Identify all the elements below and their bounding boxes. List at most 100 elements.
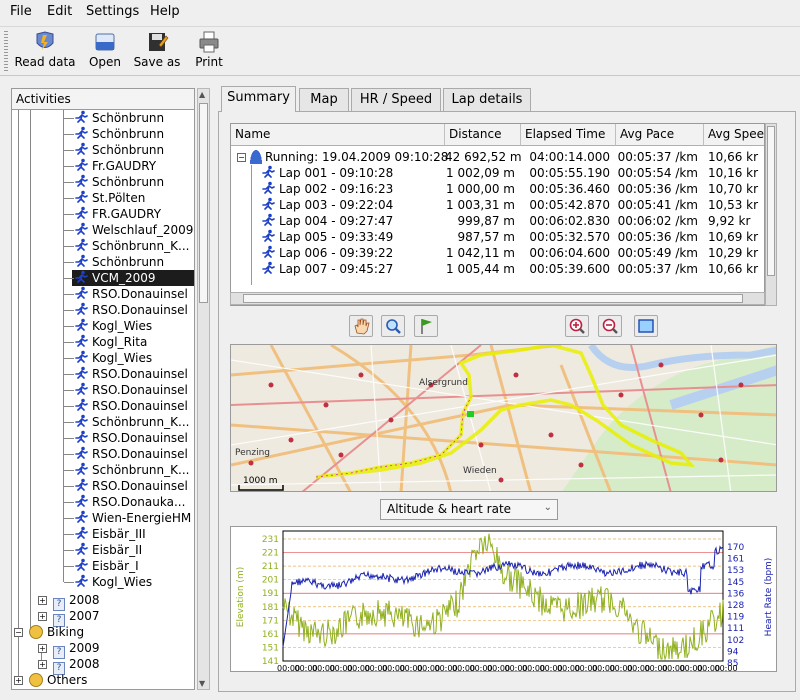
tab-summary[interactable]: Summary: [221, 86, 296, 112]
cell-elapsed: 04:00:14.000: [521, 149, 610, 165]
tree-item-activity[interactable]: Kogl_Rita: [72, 334, 194, 350]
tree-item-activity[interactable]: RSO.Donauinsel: [72, 302, 194, 318]
fit-button[interactable]: [634, 315, 658, 337]
tree-item-activity[interactable]: Fr.GAUDRY: [72, 158, 194, 174]
table-vscrollbar[interactable]: [765, 123, 777, 306]
tree-scrollbar[interactable]: ▲ ▼: [197, 88, 210, 690]
tree-item-activity[interactable]: Eisbär_III: [72, 526, 194, 542]
col-name[interactable]: Name: [231, 124, 445, 146]
print-button[interactable]: Print: [192, 31, 226, 73]
cell-distance: 987,57 m: [445, 229, 516, 245]
tree-connector: [64, 406, 74, 407]
summary-row[interactable]: − Running: 19.04.2009 09:10:28 42 692,52 m…: [231, 149, 764, 165]
tree-item-activity[interactable]: VCM_2009: [72, 270, 194, 286]
tree-item-activity[interactable]: RSO.Donauinsel: [72, 366, 194, 382]
activities-tree[interactable]: Schönbrunn Schönbrunn Schönbrunn Fr.GAUDRY S…: [11, 110, 195, 690]
tree-item-label: Welschlauf_2009: [92, 223, 194, 237]
running-icon: [75, 254, 88, 267]
tab-map[interactable]: Map: [299, 88, 349, 112]
tree-scroll-thumb[interactable]: [199, 103, 208, 303]
tree-item-activity[interactable]: FR.GAUDRY: [72, 206, 194, 222]
scroll-down-icon[interactable]: ▼: [199, 679, 205, 688]
tree-item-activity[interactable]: RSO.Donauinsel: [72, 382, 194, 398]
tree-item-label: RSO.Donauinsel: [92, 287, 188, 301]
cell-text: 00:05:36 /km: [617, 230, 698, 244]
chart-type-select[interactable]: Altitude & heart rate ⌄: [380, 499, 558, 520]
tree-item-activity[interactable]: RSO.Donauinsel: [72, 430, 194, 446]
table-row[interactable]: Lap 001 - 09:10:28 1 002,09 m 00:05:55.190…: [231, 165, 764, 181]
tree-item-activity[interactable]: Schönbrunn: [72, 174, 194, 190]
tree-item-activity[interactable]: Eisbär_I: [72, 558, 194, 574]
expander-icon[interactable]: +: [38, 596, 47, 605]
tree-item-activity[interactable]: RSO.Donauinsel: [72, 478, 194, 494]
table-row[interactable]: Lap 006 - 09:39:22 1 042,11 m 00:06:04.600…: [231, 245, 764, 261]
read-data-button[interactable]: Read data: [14, 31, 76, 73]
menu-help[interactable]: Help: [150, 4, 180, 19]
table-row[interactable]: Lap 003 - 09:22:04 1 003,31 m 00:05:42.870…: [231, 197, 764, 213]
menu-settings[interactable]: Settings: [86, 4, 139, 19]
tree-item-activity[interactable]: Welschlauf_2009: [72, 222, 194, 238]
expander-icon[interactable]: +: [38, 612, 47, 621]
tree-item-activity[interactable]: RSO.Donauinsel: [72, 398, 194, 414]
tree-biking-2008[interactable]: +? 2008: [38, 656, 100, 675]
route-map[interactable]: Alsergrund Penzing Wieden 1000 m: [230, 344, 777, 492]
tree-year-2007[interactable]: +? 2007: [38, 608, 100, 627]
tree-item-activity[interactable]: St.Pölten: [72, 190, 194, 206]
toolbar-grip[interactable]: [4, 31, 8, 71]
col-avg-speed[interactable]: Avg Spee: [704, 124, 764, 146]
tree-year-2008[interactable]: +? 2008: [38, 592, 100, 611]
table-row[interactable]: Lap 004 - 09:27:47 999,87 m 00:06:02.830 00…: [231, 213, 764, 229]
table-vscroll-thumb[interactable]: [767, 126, 775, 276]
table-row[interactable]: Lap 005 - 09:33:49 987,57 m 00:05:32.570 00…: [231, 229, 764, 245]
tab-hr-speed[interactable]: HR / Speed: [351, 88, 441, 112]
zoom-in-button[interactable]: [565, 315, 589, 337]
tree-item-activity[interactable]: Schönbrunn_K...: [72, 462, 194, 478]
cell-name: Lap 006 - 09:39:22: [261, 245, 441, 261]
tree-item-activity[interactable]: Kogl_Wies: [72, 574, 194, 590]
tree-item-activity[interactable]: Kogl_Wies: [72, 350, 194, 366]
cell-text: 9,92 kr: [708, 214, 751, 228]
save-as-button[interactable]: Save as: [132, 31, 182, 73]
col-elapsed-time[interactable]: Elapsed Time: [521, 124, 616, 146]
col-distance[interactable]: Distance: [445, 124, 521, 146]
expander-icon[interactable]: −: [14, 628, 23, 637]
tree-item-activity[interactable]: RSO.Donauinsel: [72, 286, 194, 302]
tree-item-activity[interactable]: Schönbrunn_K...: [72, 414, 194, 430]
table-row[interactable]: Lap 002 - 09:16:23 1 000,00 m 00:05:36.460…: [231, 181, 764, 197]
tree-item-activity[interactable]: Schönbrunn_K...: [72, 238, 194, 254]
tree-item-activity[interactable]: Kogl_Wies: [72, 318, 194, 334]
cell-text: 10,29 kr: [708, 246, 759, 260]
activities-header[interactable]: Activities: [11, 88, 195, 110]
menu-file[interactable]: File: [10, 4, 32, 19]
tree-item-activity[interactable]: Eisbär_II: [72, 542, 194, 558]
tree-item-activity[interactable]: RSO.Donauka...: [72, 494, 194, 510]
tree-item-activity[interactable]: Schönbrunn: [72, 126, 194, 142]
tree-item-activity[interactable]: Schönbrunn: [72, 142, 194, 158]
tree-category-others[interactable]: + Others: [14, 672, 87, 688]
tree-item-activity[interactable]: RSO.Donauinsel: [72, 446, 194, 462]
lap-table[interactable]: Name Distance Elapsed Time Avg Pace Avg …: [230, 123, 765, 306]
menu-edit[interactable]: Edit: [47, 4, 72, 19]
flag-button[interactable]: [414, 315, 438, 337]
tab-lap-details[interactable]: Lap details: [443, 88, 531, 112]
expander-icon[interactable]: +: [38, 644, 47, 653]
tree-item-activity[interactable]: Wien-EnergieHM: [72, 510, 194, 526]
tree-biking-2009[interactable]: +? 2009: [38, 640, 100, 659]
expander-icon[interactable]: +: [38, 660, 47, 669]
tree-item-activity[interactable]: Schönbrunn: [72, 254, 194, 270]
pan-button[interactable]: [349, 315, 373, 337]
open-button[interactable]: Open: [86, 31, 124, 73]
zoom-out-button[interactable]: [598, 315, 622, 337]
cell-name: − Running: 19.04.2009 09:10:28: [237, 149, 448, 165]
zoom-in-icon: [569, 318, 585, 334]
col-avg-pace[interactable]: Avg Pace: [616, 124, 704, 146]
tree-category-biking[interactable]: − Biking: [14, 624, 84, 640]
expander-icon[interactable]: −: [237, 153, 246, 162]
scroll-up-icon[interactable]: ▲: [199, 90, 205, 99]
table-row[interactable]: Lap 007 - 09:45:27 1 005,44 m 00:05:39.600…: [231, 261, 764, 277]
table-hscroll-thumb[interactable]: [243, 294, 743, 303]
tree-item-activity[interactable]: Schönbrunn: [72, 110, 194, 126]
table-hscrollbar[interactable]: [230, 292, 765, 305]
zoom-button[interactable]: [381, 315, 405, 337]
expander-icon[interactable]: +: [14, 676, 23, 685]
